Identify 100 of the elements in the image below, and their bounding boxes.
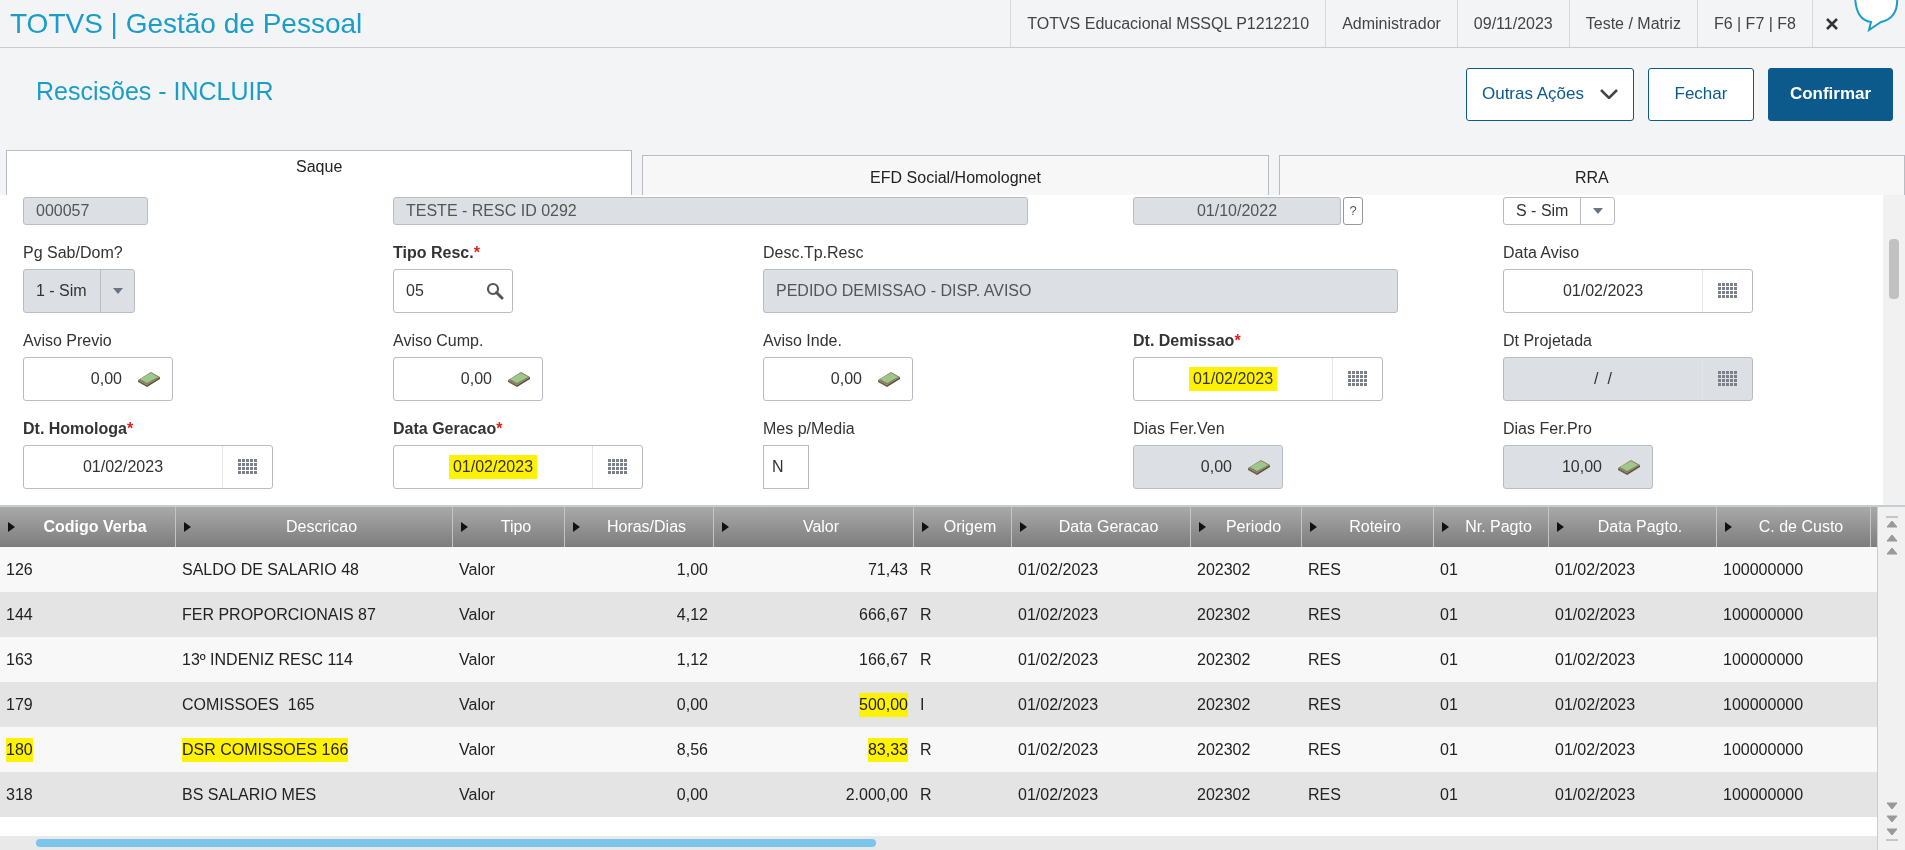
table-scrollbar[interactable] [1877, 507, 1905, 850]
more-actions-button[interactable]: Outras Ações [1466, 67, 1634, 121]
table-cell-text: 01/02/2023 [1555, 739, 1636, 760]
triangle-right-icon [1199, 522, 1206, 532]
field-value: 000057 [35, 201, 91, 221]
calendar-icon[interactable] [1717, 283, 1738, 299]
table-cell-text: 01 [1440, 559, 1458, 580]
table-cell-text: 166,67 [859, 649, 908, 670]
table-cell-text: 01 [1440, 604, 1458, 625]
search-icon[interactable] [486, 282, 504, 300]
table-cell-text: R [920, 559, 932, 580]
table-cell-text: RES [1308, 559, 1341, 580]
table-cell-text: RES [1308, 739, 1341, 760]
table-cell-text: 4,12 [676, 604, 708, 625]
number-field[interactable]: 0,00 [393, 357, 543, 401]
field-value: 01/02/2023 [1561, 281, 1645, 301]
close-icon[interactable] [1825, 16, 1839, 31]
table-cell-text: 13º INDENIZ RESC 114 [182, 649, 353, 670]
table-cell-text: 100000000 [1723, 739, 1804, 760]
number-field[interactable]: 0,00 [763, 357, 913, 401]
table-cell: 180 [6, 737, 33, 762]
triangle-right-icon [1442, 522, 1449, 532]
field-label: Tipo Resc.* [393, 243, 481, 263]
table-cell-text: RES [1308, 604, 1341, 625]
table-cell-text: COMISSOES 165 [182, 694, 315, 715]
field-value: PEDIDO DEMISSAO - DISP. AVISO [775, 281, 1033, 301]
field-label: Data Geracao* [393, 419, 504, 439]
date-field[interactable]: 01/02/2023 [1133, 357, 1383, 401]
field-value: / / [1593, 369, 1613, 389]
table-cell-text: 202302 [1197, 694, 1251, 715]
table-cell-text: 8,56 [676, 739, 708, 760]
table-cell-text: 100000000 [1723, 649, 1804, 670]
calendar-icon[interactable] [1347, 371, 1368, 387]
money-icon[interactable] [506, 370, 532, 388]
triangle-right-icon [1020, 522, 1027, 532]
header-info[interactable]: TOTVS Educacional MSSQL P1212210 [1010, 0, 1326, 47]
select-field[interactable]: S - Sim [1503, 197, 1615, 225]
table-cell-text: Valor [459, 604, 496, 625]
table-cell-text: 202302 [1197, 784, 1251, 805]
field-value: 05 [405, 281, 425, 301]
table-cell-text: 01/02/2023 [1018, 739, 1099, 760]
tab[interactable]: Saque [6, 150, 633, 195]
table-cell-text: 202302 [1197, 649, 1251, 670]
table-cell-text: Valor [459, 649, 496, 670]
field-value: 01/02/2023 [81, 457, 165, 477]
field-label: Dias Fer.Pro [1503, 419, 1593, 439]
text-field[interactable]: N [763, 445, 809, 489]
triangle-right-icon [573, 522, 580, 532]
date-field[interactable]: 01/02/2023 [393, 445, 643, 489]
table-cell-text: RES [1308, 784, 1341, 805]
date-field[interactable]: 01/02/2023 [23, 445, 273, 489]
header-info[interactable]: Teste / Matriz [1568, 0, 1697, 47]
table-cell-text: R [920, 604, 932, 625]
calendar-icon[interactable] [237, 459, 258, 475]
date-field[interactable]: 01/02/2023 [1503, 269, 1753, 313]
table-cell: DSR COMISSOES 166 [182, 737, 349, 762]
number-field[interactable]: 0,00 [23, 357, 173, 401]
table-cell-text: Valor [459, 784, 496, 805]
vertical-scrollbar[interactable] [1883, 195, 1905, 505]
table-cell-text: 01/02/2023 [1555, 559, 1636, 580]
table-cell-text: 100000000 [1723, 559, 1804, 580]
horizontal-scrollbar[interactable] [0, 836, 1877, 850]
table-cell: 83,33 [867, 737, 908, 762]
table-cell-text: 179 [6, 694, 33, 715]
table-cell-text: 318 [6, 784, 33, 805]
money-icon[interactable] [136, 370, 162, 388]
tab[interactable]: EFD Social/Homolognet [642, 155, 1269, 195]
field-value: 0,00 [459, 369, 493, 389]
money-icon[interactable] [876, 370, 902, 388]
field-label: Dt. Demissao* [1133, 331, 1242, 351]
table-cell-text: 01 [1440, 649, 1458, 670]
table-cell-text: 202302 [1197, 559, 1251, 580]
field-value: N [771, 457, 785, 477]
tab[interactable]: RRA [1278, 155, 1905, 195]
table-cell-text: 0,00 [676, 694, 708, 715]
field-label: Desc.Tp.Resc [763, 243, 865, 263]
field-label: Dt Projetada [1503, 331, 1593, 351]
field-value: 0,00 [89, 369, 123, 389]
caret-icon [1592, 208, 1603, 214]
table-cell-text: 126 [6, 559, 33, 580]
chevron-down-icon [1600, 89, 1619, 99]
calendar-icon[interactable] [607, 459, 628, 475]
caret-icon [112, 288, 123, 294]
table-cell-text: 202302 [1197, 739, 1251, 760]
table-cell-text: 1,00 [676, 559, 708, 580]
table-cell-text: 100000000 [1723, 604, 1804, 625]
header-info[interactable]: Administrador [1325, 0, 1457, 47]
table-cell-text: 100000000 [1723, 784, 1804, 805]
table-cell-text: 01 [1440, 694, 1458, 715]
table-cell-text: 202302 [1197, 604, 1251, 625]
triangle-right-icon [8, 522, 15, 532]
table-cell-text: 01/02/2023 [1018, 559, 1099, 580]
header-info[interactable]: 09/11/2023 [1456, 0, 1569, 47]
confirm-button[interactable]: Confirmar [1768, 67, 1893, 121]
header-info[interactable]: F6 | F7 | F8 [1696, 0, 1812, 47]
lookup-field[interactable]: 05 [393, 269, 513, 313]
table-cell-text: 01/02/2023 [1018, 784, 1099, 805]
close-button[interactable]: Fechar [1648, 67, 1754, 121]
field-value: 0,00 [1199, 457, 1233, 477]
triangle-right-icon [722, 522, 729, 532]
